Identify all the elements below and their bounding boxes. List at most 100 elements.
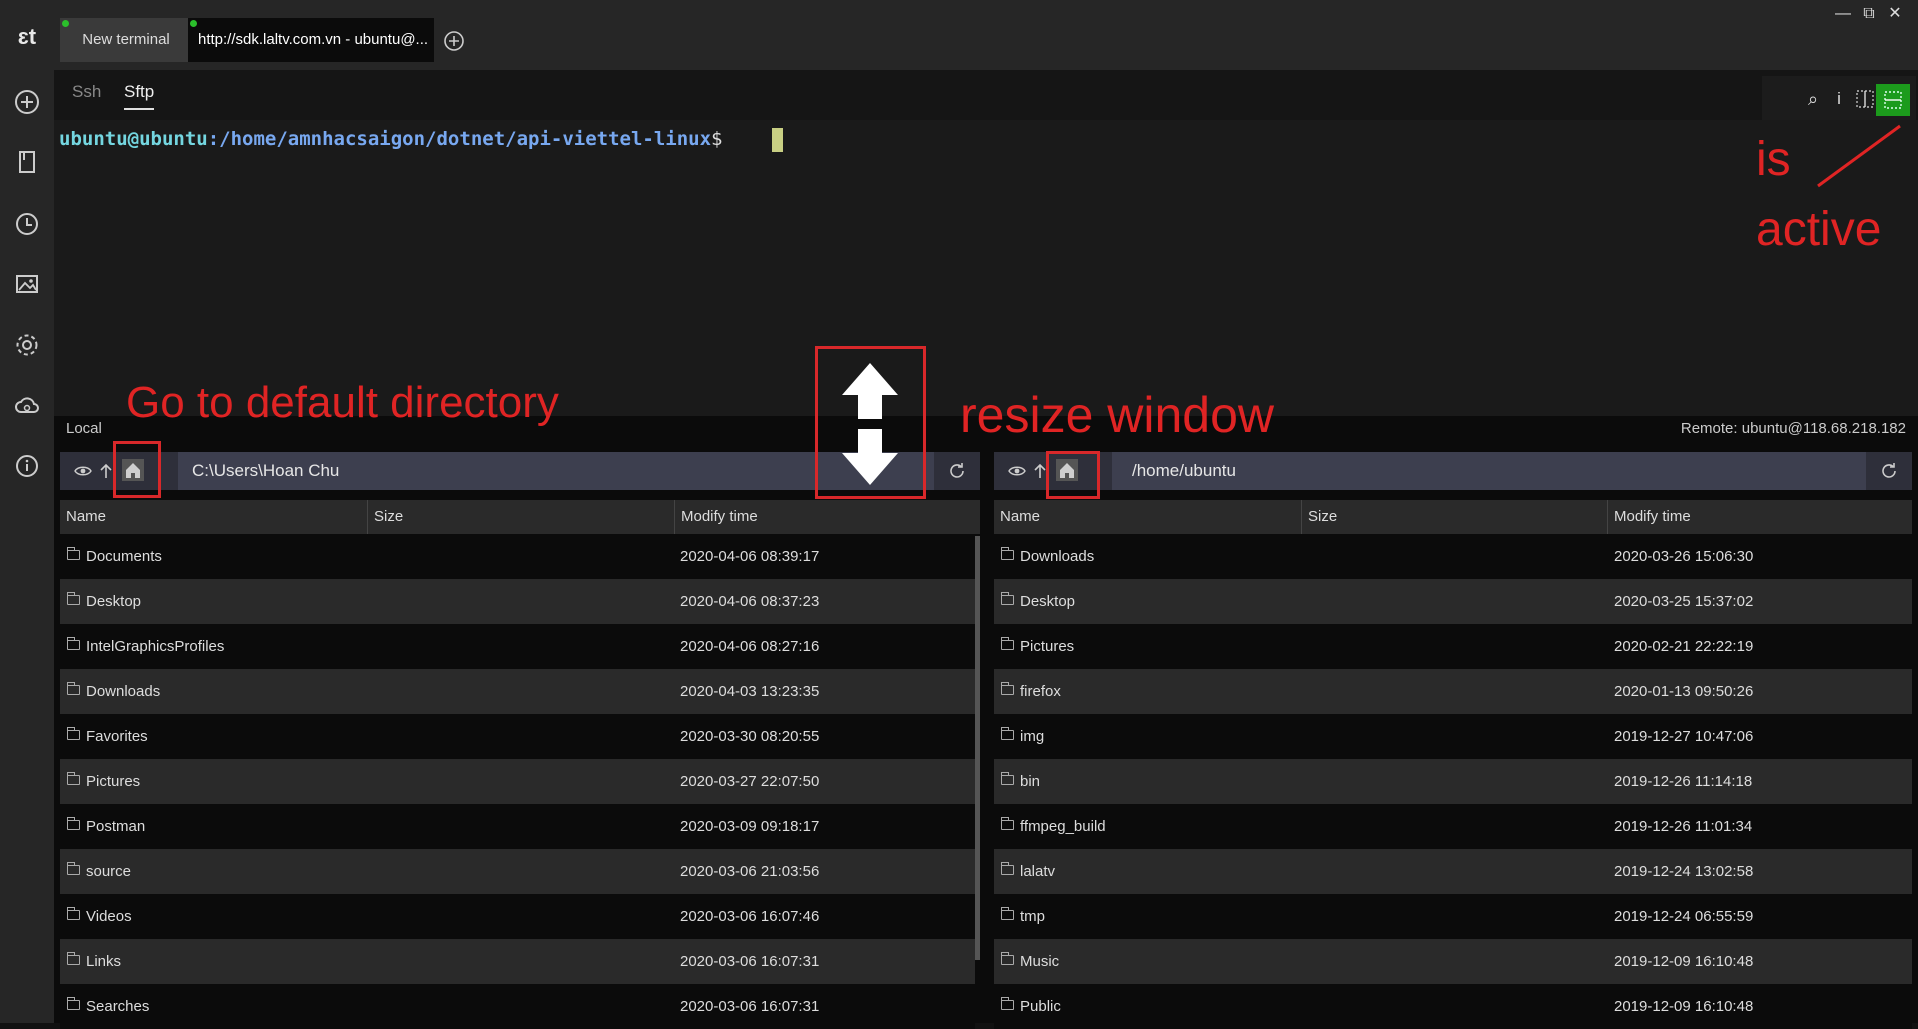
file-row[interactable]: Desktop 2020-03-25 15:37:02 xyxy=(994,579,1912,624)
file-row[interactable]: Pictures 2020-03-27 22:07:50 xyxy=(60,759,975,804)
tab-sftp[interactable]: Sftp xyxy=(124,82,155,110)
file-name: lalatv xyxy=(1020,863,1056,880)
column-modify-time[interactable]: Modify time xyxy=(1608,500,1912,534)
tab-remote-session[interactable]: http://sdk.laltv.com.vn - ubuntu@... xyxy=(188,18,434,62)
file-row[interactable]: source 2020-03-06 21:03:56 xyxy=(60,849,975,894)
file-row[interactable]: Downloads 2020-03-26 15:06:30 xyxy=(994,534,1912,579)
file-modify-time: 2019-12-09 16:10:48 xyxy=(1614,953,1754,970)
folder-icon xyxy=(67,682,80,695)
file-row[interactable]: tmp 2019-12-24 06:55:59 xyxy=(994,894,1912,939)
file-row[interactable]: Postman 2020-03-09 09:18:17 xyxy=(60,804,975,849)
eye-icon[interactable] xyxy=(1008,464,1026,478)
close-button[interactable]: ✕ xyxy=(1884,4,1906,24)
file-name: Downloads xyxy=(86,683,161,700)
tab-new-terminal[interactable]: New terminal xyxy=(60,18,192,62)
terminal-prompt: ubuntu@ubuntu:/home/amnhacsaigon/dotnet/… xyxy=(59,128,723,150)
info-button[interactable]: i xyxy=(1826,86,1852,112)
local-path-input[interactable]: C:\Users\Hoan Chu xyxy=(192,452,339,490)
file-modify-time: 2020-03-30 08:20:55 xyxy=(680,728,820,745)
prompt-sign: $ xyxy=(711,128,723,150)
file-modify-time: 2020-03-06 16:07:31 xyxy=(680,998,820,1015)
annotation-is-text: is xyxy=(1756,133,1791,186)
about-button[interactable] xyxy=(10,449,44,483)
file-modify-time: 2020-04-06 08:39:17 xyxy=(680,548,820,565)
bookmarks-button[interactable] xyxy=(10,145,44,179)
file-name: Desktop xyxy=(86,593,142,610)
history-button[interactable] xyxy=(10,207,44,241)
folder-icon xyxy=(67,817,80,830)
file-row[interactable]: lalatv 2019-12-24 13:02:58 xyxy=(994,849,1912,894)
split-horizontal-button[interactable] xyxy=(1876,84,1910,116)
terminal-pane[interactable] xyxy=(54,120,1918,416)
eye-icon[interactable] xyxy=(74,464,92,478)
file-name: Desktop xyxy=(1020,593,1076,610)
folder-icon xyxy=(1001,907,1014,920)
file-modify-time: 2019-12-24 13:02:58 xyxy=(1614,863,1754,880)
search-icon[interactable]: ⌕ xyxy=(1800,86,1826,112)
folder-icon xyxy=(1001,817,1014,830)
file-name: Downloads xyxy=(1020,548,1095,565)
local-scrollbar[interactable] xyxy=(975,536,980,960)
image-icon xyxy=(16,275,38,293)
settings-button[interactable] xyxy=(10,328,44,362)
cloud-sync-button[interactable] xyxy=(10,389,44,423)
file-row[interactable]: Favorites 2020-03-30 08:20:55 xyxy=(60,714,975,759)
file-row[interactable]: img 2019-12-27 10:47:06 xyxy=(994,714,1912,759)
annotation-box-resize xyxy=(815,346,926,499)
file-row[interactable]: firefox 2020-01-13 09:50:26 xyxy=(994,669,1912,714)
file-name: Favorites xyxy=(86,728,148,745)
file-row[interactable]: Links 2020-03-06 16:07:31 xyxy=(60,939,975,984)
minimize-button[interactable]: — xyxy=(1832,4,1854,24)
maximize-button[interactable]: ⧉ xyxy=(1858,4,1880,24)
column-size[interactable]: Size xyxy=(1302,500,1608,534)
file-modify-time: 2020-03-06 16:07:31 xyxy=(680,953,820,970)
folder-icon xyxy=(1001,997,1014,1010)
file-row[interactable]: Public 2019-12-09 16:10:48 xyxy=(994,984,1912,1029)
tab-ssh[interactable]: Ssh xyxy=(72,82,101,102)
split-vertical-icon[interactable] xyxy=(1856,90,1874,108)
folder-icon xyxy=(67,547,80,560)
file-modify-time: 2020-03-25 15:37:02 xyxy=(1614,593,1754,610)
file-row[interactable]: Music 2019-12-09 16:10:48 xyxy=(994,939,1912,984)
backgrounds-button[interactable] xyxy=(10,267,44,301)
file-row[interactable]: IntelGraphicsProfiles 2020-04-06 08:27:16 xyxy=(60,624,975,669)
file-modify-time: 2020-04-03 13:23:35 xyxy=(680,683,820,700)
column-name[interactable]: Name xyxy=(60,500,368,534)
add-tab-icon[interactable] xyxy=(443,30,465,52)
file-name: source xyxy=(86,863,132,880)
file-name: Postman xyxy=(86,818,146,835)
tab-status-dot xyxy=(190,20,197,27)
annotation-box-remote-home xyxy=(1046,451,1100,499)
file-row[interactable]: bin 2019-12-26 11:14:18 xyxy=(994,759,1912,804)
arrow-up-icon[interactable] xyxy=(100,463,112,479)
file-row[interactable]: Searches 2020-03-06 16:07:31 xyxy=(60,984,975,1029)
resize-arrow-icon xyxy=(842,363,898,485)
file-row[interactable]: Desktop 2020-04-06 08:37:23 xyxy=(60,579,975,624)
file-row[interactable]: Pictures 2020-02-21 22:22:19 xyxy=(994,624,1912,669)
file-row[interactable]: ffmpeg_build 2019-12-26 11:01:34 xyxy=(994,804,1912,849)
folder-icon xyxy=(67,727,80,740)
file-modify-time: 2020-03-09 09:18:17 xyxy=(680,818,820,835)
column-size[interactable]: Size xyxy=(368,500,675,534)
file-name: IntelGraphicsProfiles xyxy=(86,638,225,655)
remote-table-header: Name Size Modify time xyxy=(994,500,1912,534)
info-icon xyxy=(16,455,38,477)
folder-icon xyxy=(1001,727,1014,740)
file-row[interactable]: Documents 2020-04-06 08:39:17 xyxy=(60,534,975,579)
file-row[interactable]: Downloads 2020-04-03 13:23:35 xyxy=(60,669,975,714)
column-modify-time[interactable]: Modify time xyxy=(675,500,980,534)
settings-icon xyxy=(16,334,38,356)
column-name[interactable]: Name xyxy=(994,500,1302,534)
add-bookmark-button[interactable] xyxy=(10,85,44,119)
file-row[interactable]: Videos 2020-03-06 16:07:46 xyxy=(60,894,975,939)
folder-icon xyxy=(67,952,80,965)
file-name: img xyxy=(1020,728,1045,745)
remote-path-input[interactable]: /home/ubuntu xyxy=(1132,452,1236,490)
app-logo: ɛt xyxy=(17,24,37,49)
file-name: Searches xyxy=(86,998,150,1015)
prompt-user-host: ubuntu@ubuntu xyxy=(59,128,208,150)
local-refresh-button[interactable] xyxy=(934,452,980,490)
remote-refresh-button[interactable] xyxy=(1866,452,1912,490)
folder-icon xyxy=(1001,637,1014,650)
arrow-up-icon[interactable] xyxy=(1034,463,1046,479)
